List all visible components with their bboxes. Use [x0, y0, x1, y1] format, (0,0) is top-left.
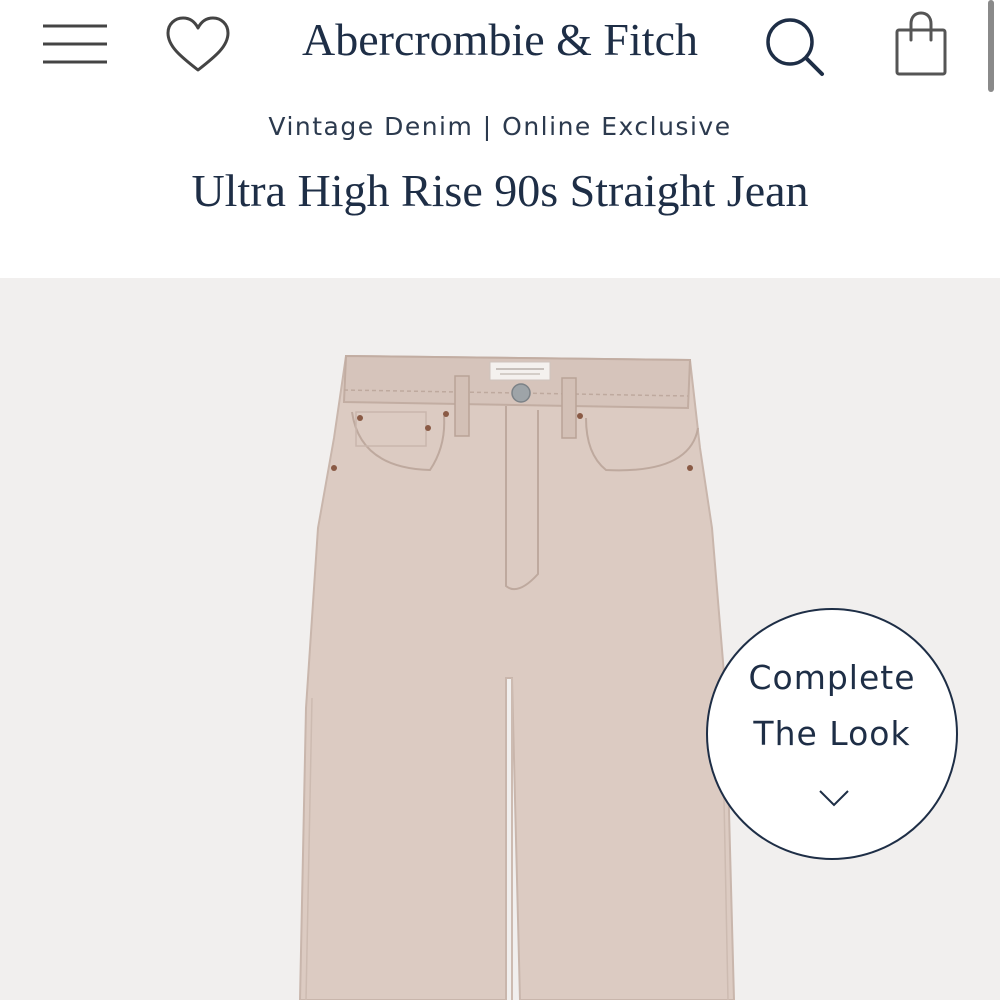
- top-nav-bar: Abercrombie & Fitch: [0, 0, 1000, 92]
- product-image-area[interactable]: Complete The Look: [0, 278, 1000, 1000]
- search-icon: [766, 18, 824, 76]
- shopping-bag-button[interactable]: [886, 8, 956, 80]
- complete-the-look-button[interactable]: Complete The Look: [706, 608, 958, 860]
- favorites-button[interactable]: [162, 14, 234, 76]
- heart-icon: [166, 16, 230, 72]
- product-title: Ultra High Rise 90s Straight Jean: [191, 165, 809, 216]
- chevron-down-icon: [819, 790, 849, 807]
- complete-the-look-label-line2: The Look: [753, 714, 911, 753]
- hamburger-menu-icon: [43, 24, 107, 64]
- brand-logo[interactable]: Abercrombie & Fitch: [250, 10, 750, 70]
- menu-button[interactable]: [40, 18, 110, 68]
- shopping-bag-icon: [895, 11, 947, 76]
- search-button[interactable]: [760, 14, 830, 80]
- product-collection-label: Vintage Denim | Online Exclusive: [268, 112, 732, 141]
- complete-the-look-label-line1: Complete: [748, 658, 916, 697]
- page-scrollbar[interactable]: [988, 0, 994, 92]
